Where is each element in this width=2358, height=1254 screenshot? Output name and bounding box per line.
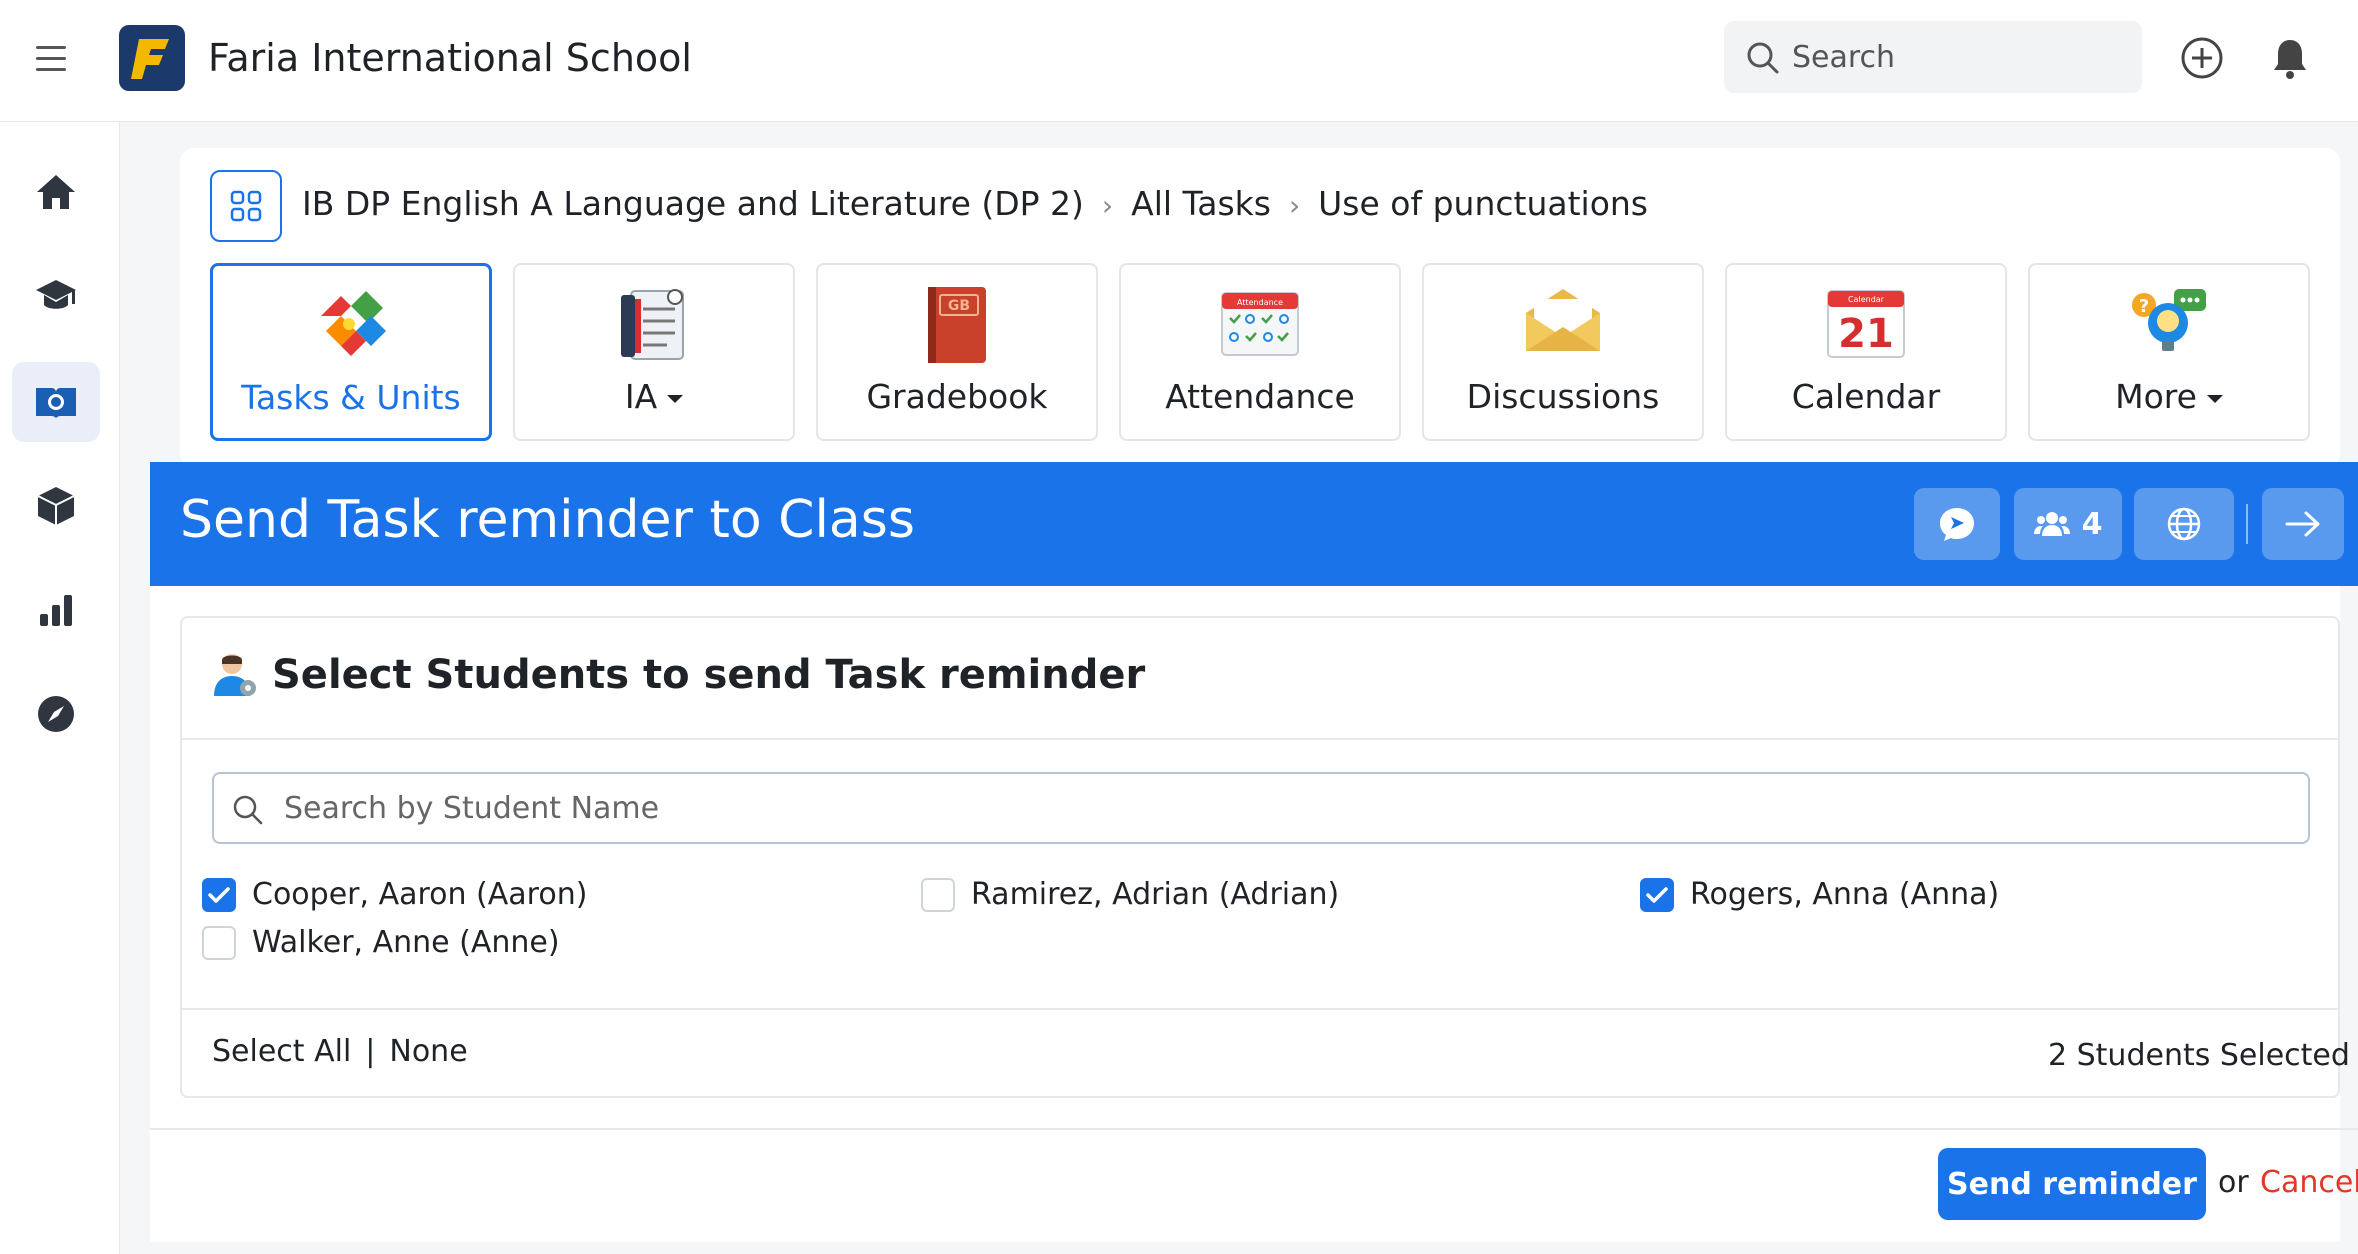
bell-icon[interactable] (2270, 36, 2310, 80)
gradebook-icon: GB (928, 287, 986, 363)
add-circle-icon[interactable] (2180, 36, 2224, 80)
calendar-icon-subtext: Calendar (1848, 295, 1885, 304)
breadcrumb-course[interactable]: IB DP English A Language and Literature … (302, 184, 1084, 223)
cancel-link[interactable]: Cancel (2260, 1165, 2358, 1200)
student-search-input[interactable]: Search by Student Name (212, 772, 2310, 844)
tile-more[interactable]: ? More (2028, 263, 2310, 441)
grid-icon (230, 190, 262, 222)
student-checkbox-item[interactable]: Ramirez, Adrian (Adrian) (921, 877, 1339, 912)
students-section-title: Select Students to send Task reminder (272, 652, 1146, 698)
checkbox-checked[interactable] (202, 877, 236, 912)
chevron-right-icon: › (1288, 189, 1301, 222)
top-bar: Faria International School Search (0, 0, 2358, 122)
arrow-right-icon (2285, 511, 2320, 537)
next-button[interactable] (2262, 488, 2344, 560)
or-text: or (2218, 1165, 2249, 1200)
student-name: Cooper, Aaron (Aaron) (252, 877, 588, 912)
message-button[interactable] (1914, 488, 2000, 560)
sidebar-item-resources[interactable] (12, 466, 100, 546)
cube-icon (37, 487, 75, 525)
calendar-icon: Calendar 21 (1827, 290, 1905, 358)
compass-icon (38, 696, 74, 732)
tile-calendar[interactable]: Calendar 21 Calendar (1725, 263, 2007, 441)
student-checkbox-item[interactable]: Cooper, Aaron (Aaron) (202, 877, 587, 912)
calendar-icon-text: 21 (1838, 311, 1894, 357)
envelope-icon (1526, 289, 1600, 351)
gradebook-icon-text: GB (948, 298, 970, 314)
tile-gradebook[interactable]: GB Gradebook (816, 263, 1098, 441)
student-settings-icon (214, 654, 256, 696)
chevron-right-icon: › (1101, 189, 1114, 222)
student-checkbox-item[interactable]: Rogers, Anna (Anna) (1640, 877, 1999, 912)
svg-text:?: ? (2139, 296, 2149, 317)
selected-count: 2 Students Selected (2048, 1038, 2350, 1073)
search-icon (1747, 42, 1779, 74)
sidebar-item-home[interactable] (12, 152, 100, 232)
breadcrumb-section[interactable]: All Tasks (1131, 184, 1271, 223)
select-links: Select All | None (212, 1034, 468, 1069)
search-icon (233, 795, 263, 825)
breadcrumb: IB DP English A Language and Literature … (302, 184, 1648, 223)
send-reminder-button[interactable]: Send reminder (1938, 1148, 2206, 1220)
tile-attendance[interactable]: Attendance Attendance (1119, 263, 1401, 441)
student-search-placeholder: Search by Student Name (284, 791, 660, 826)
check-icon (208, 886, 230, 903)
checkbox-checked[interactable] (1640, 877, 1674, 912)
panel-title: Send Task reminder to Class (180, 490, 915, 550)
sidebar-item-classes[interactable] (12, 362, 100, 442)
members-count: 4 (2081, 506, 2103, 542)
sidebar-item-explore[interactable] (12, 674, 100, 754)
tile-label: Attendance (1165, 377, 1355, 416)
caret-down-icon (667, 394, 684, 403)
sidebar (0, 122, 120, 1254)
header-divider (2246, 504, 2248, 544)
checkbox-unchecked[interactable] (921, 877, 955, 912)
tile-tasks-units[interactable]: Tasks & Units (210, 263, 492, 441)
course-apps-button[interactable] (210, 170, 282, 242)
school-name: Faria International School (208, 36, 692, 80)
tile-ia[interactable]: IA (513, 263, 795, 441)
globe-book-icon (36, 388, 76, 418)
bar-chart-icon (40, 595, 72, 626)
attendance-calendar-icon: Attendance (1221, 292, 1299, 356)
student-name: Ramirez, Adrian (Adrian) (971, 877, 1340, 912)
home-icon (37, 175, 75, 209)
tile-label: Tasks & Units (241, 378, 461, 417)
checklist-icon (621, 289, 684, 360)
breadcrumb-current: Use of punctuations (1318, 184, 1648, 223)
student-name: Walker, Anne (Anne) (252, 925, 560, 960)
lightbulb-chat-icon: ? (2132, 289, 2206, 351)
chat-bubble-icon (1940, 508, 1974, 541)
school-logo[interactable] (119, 25, 185, 91)
tile-label: Gradebook (866, 377, 1048, 416)
language-button[interactable] (2134, 488, 2234, 560)
puzzle-icon (321, 291, 386, 356)
global-search[interactable]: Search (1724, 21, 2142, 93)
checkbox-unchecked[interactable] (202, 925, 236, 960)
divider (150, 1128, 2358, 1130)
tile-label: More (2115, 377, 2197, 416)
menu-icon[interactable] (36, 46, 66, 71)
global-search-placeholder: Search (1792, 40, 1896, 75)
users-icon (2033, 512, 2070, 536)
tile-label: Discussions (1466, 377, 1660, 416)
student-name: Rogers, Anna (Anna) (1690, 877, 2000, 912)
sidebar-item-reports[interactable] (12, 570, 100, 650)
check-icon (1646, 886, 1668, 903)
members-button[interactable]: 4 (2014, 488, 2122, 560)
globe-icon (2167, 507, 2201, 541)
sidebar-item-academics[interactable] (12, 256, 100, 336)
tile-label: Calendar (1791, 377, 1941, 416)
tile-discussions[interactable]: Discussions (1422, 263, 1704, 441)
attendance-icon-text: Attendance (1237, 298, 1283, 307)
tile-label: IA (624, 377, 658, 416)
student-checkbox-item[interactable]: Walker, Anne (Anne) (202, 925, 560, 960)
divider (182, 1008, 2338, 1010)
graduation-cap-icon (36, 280, 76, 309)
select-none-link[interactable]: None (389, 1034, 467, 1069)
caret-down-icon (2206, 394, 2223, 403)
select-all-link[interactable]: Select All (212, 1034, 351, 1069)
divider (182, 738, 2338, 740)
